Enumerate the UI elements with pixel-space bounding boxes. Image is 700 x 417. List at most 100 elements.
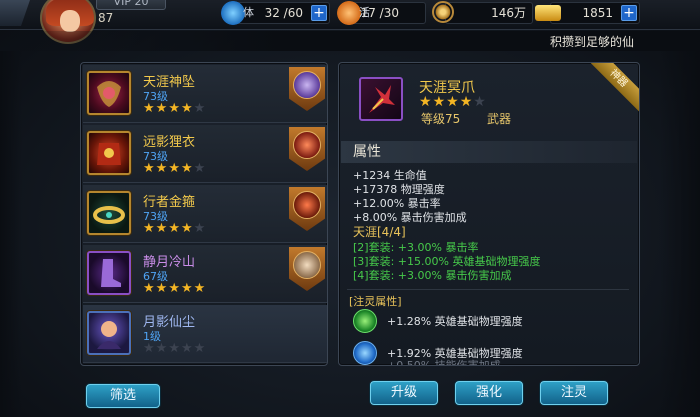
upgrade-button[interactable]: 升级	[370, 381, 438, 405]
filled-star-icon: ★	[168, 221, 181, 236]
add-ingot-button[interactable]: +	[621, 5, 637, 21]
equipment-list-panel[interactable]: 天涯神坠 73级 ★★★★★ 远影狸衣 73级 ★★★★★ 行者金箍 73级 ★…	[80, 62, 328, 366]
filled-star-icon: ★	[155, 221, 169, 236]
filled-star-icon: ★	[143, 161, 156, 176]
ingot-value: 1851	[582, 6, 613, 20]
hero-portrait-icon	[293, 191, 321, 219]
dust-icon	[87, 311, 131, 355]
vitality-counter: 活 17 /30	[337, 1, 426, 25]
hero-badge[interactable]	[289, 127, 325, 175]
infuse-soul-button[interactable]: 注灵	[540, 381, 608, 405]
empty-star-icon: ★	[193, 161, 207, 176]
vitality-label: 活	[359, 6, 370, 19]
equipment-item[interactable]: 行者金箍 73级 ★★★★★	[83, 185, 327, 243]
notice-text: 积攒到足够的仙	[549, 35, 634, 49]
filled-star-icon: ★	[193, 281, 207, 296]
pendant-icon	[87, 71, 131, 115]
star-rating: ★★★★★	[143, 162, 206, 176]
hero-badge[interactable]	[289, 247, 325, 295]
detail-level: 等级75	[421, 112, 461, 126]
green-spirit-icon	[353, 309, 377, 333]
filled-star-icon: ★	[459, 94, 474, 110]
soul-attributes-header: [注灵属性]	[349, 295, 402, 308]
section-divider	[347, 289, 629, 290]
filled-star-icon: ★	[143, 221, 156, 236]
strengthen-button[interactable]: 强化	[455, 381, 523, 405]
detail-star-rating: ★★★★★	[419, 94, 487, 110]
filled-star-icon: ★	[143, 101, 156, 116]
equipment-detail-panel: 神器 天涯冥爪 ★★★★★ 等级75 武器 属性 +1234 生命值 +1737…	[338, 62, 640, 366]
lightning-icon	[221, 1, 245, 25]
stamina-label: 体	[243, 6, 254, 19]
empty-star-icon: ★	[180, 341, 194, 356]
claw-weapon-icon	[359, 77, 403, 121]
left-shade	[0, 51, 22, 417]
ingot-counter: 1851 +	[535, 2, 640, 24]
soul-attribute-extra: +0.50% 技能伤害加成	[387, 359, 501, 366]
star-rating: ★★★★★	[143, 102, 206, 116]
coin-icon	[432, 1, 454, 23]
empty-star-icon: ★	[473, 94, 487, 110]
hero-portrait-icon	[293, 71, 321, 99]
filled-star-icon: ★	[180, 281, 194, 296]
empty-star-icon: ★	[193, 101, 207, 116]
soul-attribute-row: +1.92% 英雄基础物理强度 +0.50% 技能伤害加成	[351, 341, 627, 366]
set-title: 天涯[4/4]	[353, 225, 406, 239]
dust-glyph	[97, 321, 121, 349]
filled-star-icon: ★	[180, 221, 194, 236]
right-shade	[660, 51, 700, 417]
filter-button[interactable]: 筛选	[86, 384, 160, 408]
filled-star-icon: ★	[168, 281, 181, 296]
detail-type: 武器	[487, 112, 512, 126]
blue-spirit-icon	[353, 341, 377, 365]
set-bonus-line: [4]套装: +3.00% 暴击伤害加成	[353, 269, 512, 282]
star-rating: ★★★★★	[143, 342, 206, 356]
player-level: 87	[98, 11, 114, 25]
equipment-item[interactable]: 远影狸衣 73级 ★★★★★	[83, 125, 327, 183]
hero-portrait-icon	[293, 251, 321, 279]
filled-star-icon: ★	[180, 101, 194, 116]
artifact-ribbon: 神器	[580, 63, 639, 117]
equipment-screen: VIP 20 87 体 32 /60 + 活 17 /30 146万 1851 …	[0, 0, 700, 417]
filled-star-icon: ★	[446, 94, 460, 110]
empty-star-icon: ★	[193, 341, 207, 356]
add-stamina-button[interactable]: +	[311, 5, 327, 21]
vip-level-label: VIP 20	[96, 0, 166, 10]
star-rating: ★★★★★	[143, 282, 206, 296]
stamina-counter: 体 32 /60 +	[221, 1, 330, 25]
flame-icon	[337, 1, 361, 25]
circlet-glyph	[93, 206, 125, 224]
empty-star-icon: ★	[143, 341, 156, 356]
filled-star-icon: ★	[155, 281, 169, 296]
filled-star-icon: ★	[419, 94, 433, 110]
top-bar: VIP 20 87 体 32 /60 + 活 17 /30 146万 1851 …	[0, 0, 700, 44]
boots-icon	[87, 251, 131, 295]
gold-ingot-icon	[535, 5, 561, 21]
gold-value: 146万	[491, 6, 526, 20]
notice-bar: 积攒到足够的仙	[0, 31, 700, 51]
equipment-item[interactable]: 天涯神坠 73级 ★★★★★	[83, 65, 327, 123]
equipment-list[interactable]: 天涯神坠 73级 ★★★★★ 远影狸衣 73级 ★★★★★ 行者金箍 73级 ★…	[81, 63, 327, 365]
equipment-item[interactable]: 静月冷山 67级 ★★★★★	[83, 245, 327, 303]
avatar-face	[60, 10, 80, 32]
hero-badge[interactable]	[289, 67, 325, 115]
empty-star-icon: ★	[155, 341, 169, 356]
filled-star-icon: ★	[432, 94, 447, 110]
empty-star-icon: ★	[168, 341, 181, 356]
back-button[interactable]	[0, 0, 30, 26]
attributes-header: 属性	[341, 141, 637, 163]
equipment-item[interactable]: 月影仙尘 1级 ★★★★★	[83, 305, 327, 363]
gold-counter: 146万	[432, 1, 533, 24]
pendant-glyph	[97, 81, 121, 107]
circlet-icon	[87, 191, 131, 235]
empty-star-icon: ★	[193, 221, 207, 236]
filled-star-icon: ★	[168, 161, 181, 176]
boots-glyph	[101, 259, 121, 287]
hero-badge[interactable]	[289, 187, 325, 235]
soul-attribute-text: +1.28% 英雄基础物理强度	[387, 315, 523, 328]
filled-star-icon: ★	[180, 161, 194, 176]
soul-attribute-row: +1.28% 英雄基础物理强度	[351, 309, 627, 335]
filled-star-icon: ★	[168, 101, 181, 116]
filled-star-icon: ★	[155, 161, 169, 176]
stamina-value: 32 /60	[264, 6, 303, 20]
